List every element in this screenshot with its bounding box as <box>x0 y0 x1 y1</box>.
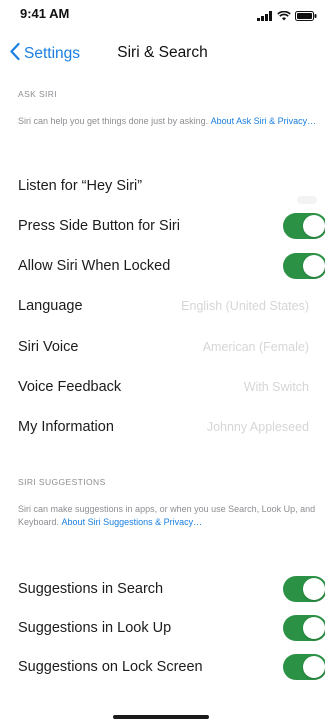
row-language[interactable]: Language English (United States) <box>0 286 325 326</box>
row-suggestions-in-look-up: Suggestions in Look Up <box>0 608 325 648</box>
press-side-button-toggle[interactable] <box>283 213 325 239</box>
about-siri-suggestions-link[interactable]: About Siri Suggestions & Privacy… <box>62 517 203 527</box>
suggestions-in-look-up-toggle[interactable] <box>283 615 325 641</box>
battery-icon <box>295 8 317 26</box>
siri-suggestions-header: SIRI SUGGESTIONS <box>18 477 106 487</box>
allow-when-locked-toggle[interactable] <box>283 253 325 279</box>
wifi-icon <box>277 8 291 26</box>
row-my-information[interactable]: My Information Johnny Appleseed <box>0 407 325 447</box>
row-label: Suggestions in Look Up <box>18 620 172 636</box>
suggestions-in-search-toggle[interactable] <box>283 576 325 602</box>
suggestions-on-lock-screen-toggle[interactable] <box>283 654 325 680</box>
toggle-knob <box>303 255 325 277</box>
row-suggestions-in-search: Suggestions in Search <box>0 569 325 609</box>
row-voice-feedback[interactable]: Voice Feedback With Switch <box>0 367 325 407</box>
ask-siri-header: ASK SIRI <box>18 89 58 99</box>
language-value: English (United States) <box>181 299 309 313</box>
home-indicator <box>113 715 209 719</box>
row-press-side-button: Press Side Button for Siri <box>0 206 325 246</box>
row-hey-siri[interactable]: Listen for “Hey Siri” <box>0 166 325 206</box>
hey-siri-toggle[interactable] <box>297 196 317 204</box>
row-label: Voice Feedback <box>18 379 122 395</box>
page-title: Siri & Search <box>117 44 208 61</box>
status-icons <box>257 8 317 26</box>
row-label: Suggestions on Lock Screen <box>18 659 203 675</box>
row-label: My Information <box>18 419 114 435</box>
row-label: Listen for “Hey Siri” <box>18 178 143 194</box>
row-label: Siri Voice <box>18 339 79 355</box>
row-allow-when-locked: Allow Siri When Locked <box>0 246 325 286</box>
about-ask-siri-link[interactable]: About Ask Siri & Privacy… <box>211 116 317 126</box>
signal-icon <box>257 8 273 26</box>
siri-voice-value: American (Female) <box>202 340 309 354</box>
siri-suggestions-description: Siri can make suggestions in apps, or wh… <box>18 503 318 529</box>
navigation-bar: Settings Siri & Search <box>0 36 325 70</box>
row-label: Suggestions in Search <box>18 581 164 597</box>
row-siri-voice[interactable]: Siri Voice American (Female) <box>0 327 325 367</box>
toggle-knob <box>303 656 325 678</box>
row-label: Press Side Button for Siri <box>18 218 180 234</box>
toggle-knob <box>303 215 325 237</box>
ask-siri-description-text: Siri can help you get things done just b… <box>18 116 209 126</box>
status-bar: 9:41 AM <box>0 0 325 30</box>
row-label: Allow Siri When Locked <box>18 258 171 274</box>
toggle-knob <box>303 578 325 600</box>
row-label: Language <box>18 298 83 314</box>
status-time: 9:41 AM <box>20 6 70 21</box>
toggle-knob <box>303 617 325 639</box>
row-suggestions-on-lock-screen: Suggestions on Lock Screen <box>0 647 325 687</box>
voice-feedback-value: With Switch <box>243 380 309 394</box>
my-information-value: Johnny Appleseed <box>206 420 309 434</box>
ask-siri-description: Siri can help you get things done just b… <box>18 115 318 128</box>
